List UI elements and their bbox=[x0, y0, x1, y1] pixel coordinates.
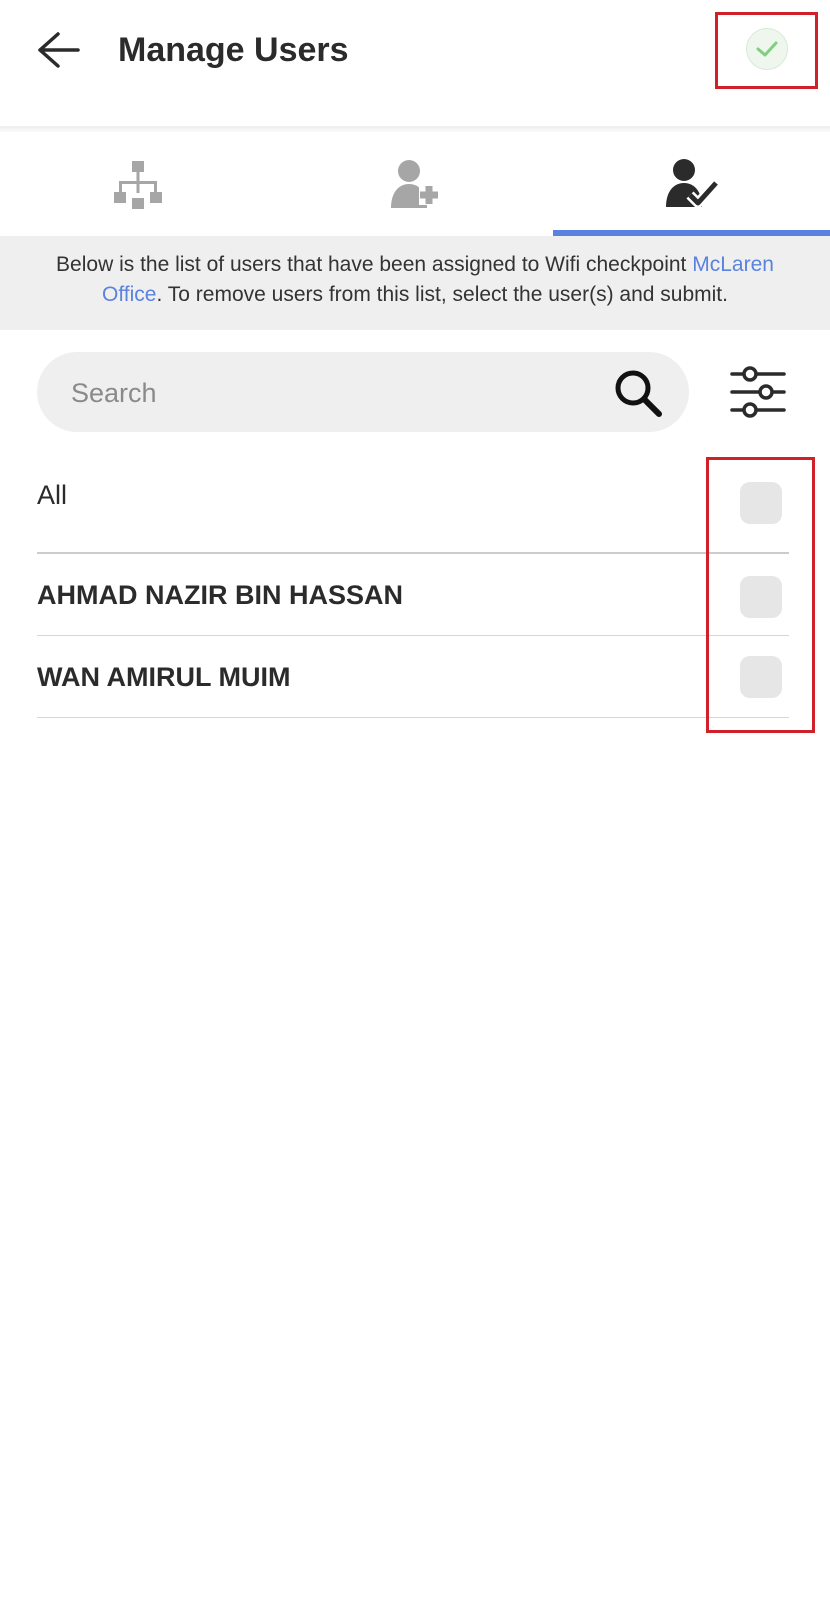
info-banner: Below is the list of users that have bee… bbox=[0, 236, 830, 330]
search-icon[interactable] bbox=[611, 366, 665, 420]
app-header: Manage Users bbox=[0, 0, 830, 130]
tab-hierarchy[interactable] bbox=[0, 132, 277, 236]
filter-button[interactable] bbox=[728, 362, 788, 422]
info-text-after: . To remove users from this list, select… bbox=[156, 283, 728, 306]
back-button[interactable] bbox=[30, 24, 86, 76]
page-title: Manage Users bbox=[118, 31, 349, 69]
select-all-row[interactable]: All bbox=[37, 466, 789, 550]
sliders-icon bbox=[730, 366, 786, 418]
row-divider bbox=[37, 717, 789, 718]
search-bar bbox=[37, 352, 689, 434]
user-check-icon bbox=[665, 159, 720, 208]
submit-highlight-frame bbox=[715, 12, 818, 89]
org-chart-icon bbox=[114, 161, 163, 209]
user-row[interactable]: WAN AMIRUL MUIM bbox=[37, 636, 789, 716]
tab-add-user[interactable] bbox=[277, 132, 554, 236]
info-text-before: Below is the list of users that have bee… bbox=[56, 253, 693, 276]
user-name: AHMAD NAZIR BIN HASSAN bbox=[37, 580, 403, 610]
user-add-icon bbox=[391, 160, 439, 208]
search-input[interactable] bbox=[69, 352, 593, 434]
user-row[interactable]: AHMAD NAZIR BIN HASSAN bbox=[37, 554, 789, 634]
arrow-left-icon bbox=[38, 32, 80, 68]
tab-assigned-users[interactable] bbox=[553, 132, 830, 236]
select-all-label: All bbox=[37, 480, 68, 510]
user-name: WAN AMIRUL MUIM bbox=[37, 662, 291, 692]
checkbox-highlight-frame bbox=[706, 457, 815, 733]
tab-bar bbox=[0, 132, 830, 236]
